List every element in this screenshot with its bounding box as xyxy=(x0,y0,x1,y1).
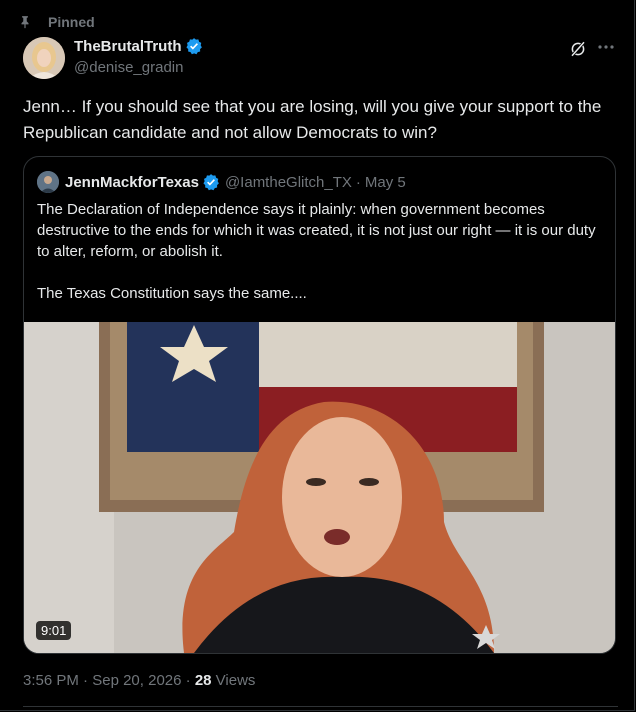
quoted-tweet[interactable]: JennMackforTexas @IamtheGlitch_TX · May … xyxy=(23,156,616,654)
tweet-time[interactable]: 3:56 PM xyxy=(23,672,79,689)
separator-dot: · xyxy=(185,672,195,689)
author-display-name[interactable]: TheBrutalTruth xyxy=(74,38,182,55)
quote-body: The Declaration of Independence says it … xyxy=(37,199,602,304)
quote-paragraph-1: The Declaration of Independence says it … xyxy=(37,201,596,260)
separator-dot: · xyxy=(355,173,361,191)
video-player[interactable]: 9:01 xyxy=(24,322,615,653)
verified-badge-icon xyxy=(202,173,220,191)
tweet-meta: 3:56 PM · Sep 20, 2026 · 28 Views xyxy=(23,672,255,689)
quote-avatar[interactable] xyxy=(37,171,59,193)
divider xyxy=(23,706,618,707)
separator-dot: · xyxy=(83,672,93,689)
quote-paragraph-2: The Texas Constitution says the same.... xyxy=(37,285,307,302)
quote-header: JennMackforTexas @IamtheGlitch_TX · May … xyxy=(37,171,406,193)
views-count: 28 xyxy=(194,672,212,689)
video-duration: 9:01 xyxy=(36,621,72,640)
quote-handle[interactable]: @IamtheGlitch_TX xyxy=(225,174,352,191)
author-avatar[interactable] xyxy=(23,37,65,79)
author-handle[interactable]: @denise_gradin xyxy=(74,59,183,76)
more-options-icon[interactable] xyxy=(597,44,615,50)
views-label: Views xyxy=(215,672,256,689)
verified-badge-icon xyxy=(185,37,203,55)
quote-display-name[interactable]: JennMackforTexas xyxy=(65,174,199,191)
quote-date[interactable]: May 5 xyxy=(365,174,406,191)
tweet-date[interactable]: Sep 20, 2026 xyxy=(92,672,181,689)
pinned-indicator: Pinned xyxy=(21,14,95,30)
video-thumbnail xyxy=(24,322,615,653)
pin-icon xyxy=(21,16,29,29)
author-name-row[interactable]: TheBrutalTruth xyxy=(74,37,203,55)
grok-icon[interactable] xyxy=(569,40,587,58)
tweet-text: Jenn… If you should see that you are los… xyxy=(23,97,602,142)
pinned-label: Pinned xyxy=(48,14,95,30)
